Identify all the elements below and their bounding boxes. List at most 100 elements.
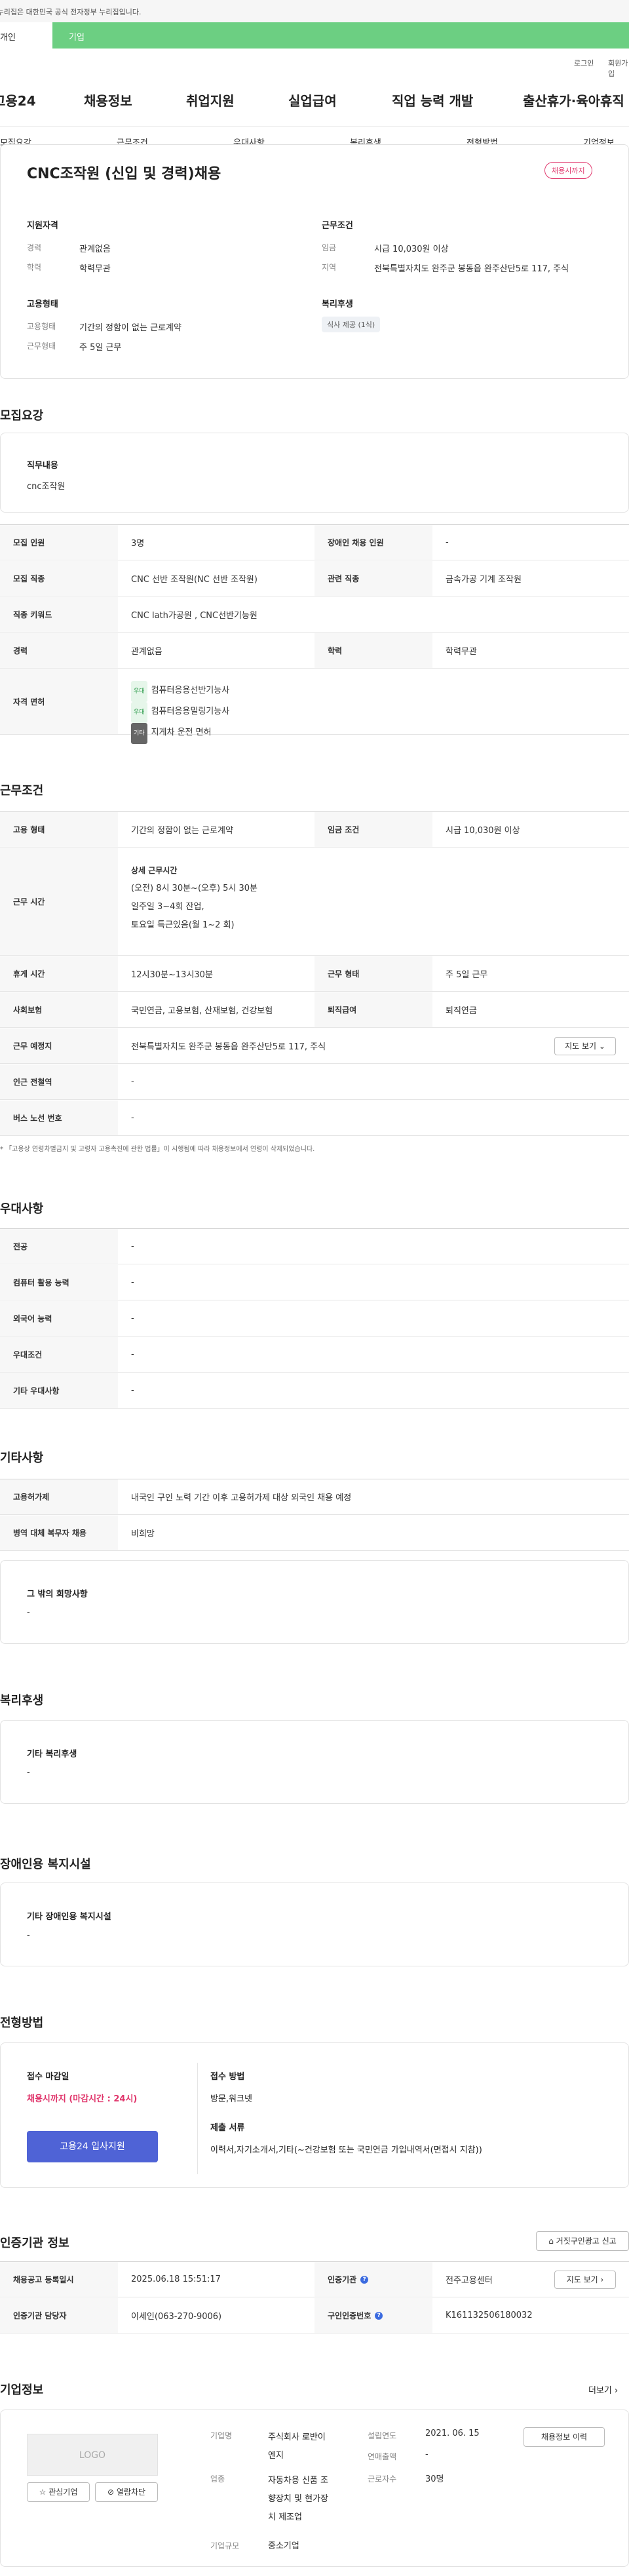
tab-personal[interactable]: 개인 (0, 22, 52, 49)
region-label: 지역 (322, 263, 337, 272)
cert-org-label: 인증기관 (328, 2275, 357, 2284)
block-company-button[interactable]: ⊘ 열람차단 (95, 2482, 158, 2502)
company-emp-label: 근로자수 (368, 2474, 397, 2484)
emptype-value: 기간의 정함이 없는 근로계약 (79, 323, 181, 333)
gnb-item-leave[interactable]: 출산휴가·육아휴직 (523, 90, 624, 109)
row-label: 컴퓨터 활용 능력 (0, 1265, 118, 1300)
pref-heading: 우대사항 (0, 1202, 44, 1216)
cert-map-button[interactable]: 지도 보기 › (554, 2271, 616, 2289)
company-size-value: 중소기업 (268, 2541, 299, 2551)
history-button[interactable]: 채용정보 이력 (524, 2427, 605, 2447)
deadline-value: 채용시까지 (마감시간 : 24시) (27, 2094, 138, 2104)
duty-card: 직무내용 cnc조작원 (0, 433, 629, 513)
join-link[interactable]: 회원가입 (608, 58, 629, 79)
gov-notice-bar: 이 누리집은 대한민국 공식 전자정부 누리집입니다. (0, 0, 629, 22)
license-name: 컴퓨터응용선반기능사 (151, 686, 230, 695)
row-value: 내국인 구인 노력 기간 이후 고용허가제 대상 외국인 채용 예정 (131, 1493, 352, 1503)
map-button-label: 지도 보기 (565, 1042, 597, 1051)
row-label: 채용공고 등록일시 (0, 2262, 118, 2297)
more-label: 더보기 (588, 2386, 612, 2396)
table-row: 외국어 능력 - (0, 1301, 629, 1337)
table-row: 사회보험 국민연금, 고용보험, 산재보험, 건강보험 퇴직급여 퇴직연금 (0, 992, 629, 1028)
company-name-label: 기업명 (210, 2431, 233, 2440)
etc-heading: 기타사항 (0, 1451, 44, 1465)
gnb-item-unemployment[interactable]: 실업급여 (288, 90, 337, 109)
company-emp-value: 30명 (425, 2474, 444, 2484)
wage-value: 시급 10,030원 이상 (374, 244, 449, 254)
table-row: 고용 형태 기간의 정함이 없는 근로계약 임금 조건 시급 10,030원 이… (0, 812, 629, 848)
license-tag: 우대 (131, 702, 147, 723)
company-biz-line: 자동차용 신품 조 (268, 2476, 328, 2486)
report-icon: ⌂ (548, 2236, 554, 2246)
favorite-company-button[interactable]: ☆ 관심기업 (27, 2482, 90, 2502)
welfare-card: 기타 복리후생 - (0, 1720, 629, 1804)
login-link[interactable]: 로그인 (574, 58, 594, 68)
chevron-right-icon: › (600, 2275, 604, 2284)
row-label: 기타 우대사항 (0, 1373, 118, 1408)
table-row: 채용공고 등록일시 2025.06.18 15:51:17 인증기관? 전주고용… (0, 2262, 629, 2297)
row-label: 병역 대체 복무자 채용 (0, 1515, 118, 1550)
license-name: 컴퓨터응용밀링기능사 (151, 707, 230, 716)
cond-heading: 근무조건 (322, 221, 353, 231)
welfare-heading: 복리후생 (322, 300, 353, 309)
table-row: 경력 관계없음 학력 학력무관 (0, 633, 629, 669)
company-est-value: 2021. 06. 15 (425, 2429, 480, 2438)
other-wish-label: 그 밖의 희망사항 (27, 1590, 88, 1599)
row-value: 12시30분~13시30분 (131, 970, 213, 980)
gov-notice-text: 이 누리집은 대한민국 공식 전자정부 누리집입니다. (0, 8, 142, 16)
gnb-item-support[interactable]: 취업지원 (186, 90, 235, 109)
qual-heading: 지원자격 (27, 221, 58, 231)
info-icon[interactable]: ? (360, 2275, 369, 2284)
row-label: 고용허가제 (0, 1479, 118, 1514)
table-row: 컴퓨터 활용 능력 - (0, 1265, 629, 1300)
company-heading: 기업정보 (0, 2383, 44, 2397)
welfare-value: - (27, 1768, 30, 1778)
table-row: 고용허가제 내국인 구인 노력 기간 이후 고용허가제 대상 외국인 채용 예정 (0, 1479, 629, 1515)
license-list: 우대 컴퓨터응용선반기능사 우대 컴퓨터응용밀링기능사 기타 지게차 운전 면허 (131, 681, 229, 744)
table-row: 근무 예정지 전북특별자치도 완주군 봉동읍 완주산단5로 117, 주식 지도… (0, 1028, 629, 1064)
table-row: 모집 인원 3명 장애인 채용 인원 - (0, 525, 629, 560)
hours-line: (오전) 8시 30분~(오후) 5시 30분 (131, 884, 258, 893)
deadline-label: 접수 마감일 (27, 2072, 69, 2082)
company-biz-line: 치 제조업 (268, 2512, 302, 2522)
report-button-label: 거짓구인광고 신고 (556, 2236, 617, 2246)
row-value: - (131, 1386, 134, 1395)
workform-label: 근무형태 (27, 342, 56, 351)
recruit-heading: 모집요강 (0, 409, 44, 423)
company-biz-label: 업종 (210, 2474, 225, 2484)
gnb-item-training[interactable]: 직업 능력 개발 (392, 90, 473, 109)
company-logo: LOGO (27, 2434, 158, 2476)
license-item: 우대 컴퓨터응용선반기능사 (131, 681, 229, 702)
row-value: - (131, 1278, 134, 1287)
row-label: 경력 (0, 633, 118, 668)
gnb-item-jobs[interactable]: 채용정보 (84, 90, 132, 109)
apply-button[interactable]: 고용24 입사지원 (27, 2131, 158, 2162)
row-label: 근무 시간 (0, 848, 118, 955)
map-button[interactable]: 지도 보기 ⌄ (554, 1037, 616, 1055)
duty-value: cnc조작원 (27, 482, 66, 492)
row-value: - (131, 1314, 134, 1323)
row-value: K161132506180032 (446, 2311, 533, 2320)
report-button[interactable]: ⌂ 거짓구인광고 신고 (536, 2231, 629, 2251)
hours-line: 토요일 특근있음(월 1~2 회) (131, 920, 235, 930)
divider (197, 2063, 198, 2174)
hours-line: 일주일 3~4회 잔업, (131, 902, 204, 912)
row-value: CNC 선반 조작원(NC 선반 조작원) (131, 575, 257, 585)
company-more-link[interactable]: 더보기 › (588, 2383, 618, 2396)
table-row: 모집 직종 CNC 선반 조작원(NC 선반 조작원) 관련 직종 금속가공 기… (0, 561, 629, 596)
cert-id-label: 구인인증번호 (328, 2311, 372, 2320)
row-value: - (446, 537, 449, 547)
site-logo[interactable]: 고용24 (0, 90, 36, 109)
duty-label: 직무내용 (27, 461, 58, 471)
info-icon[interactable]: ? (375, 2311, 383, 2320)
row-value: 비희망 (131, 1529, 155, 1539)
row-label: 근무 예정지 (0, 1028, 118, 1063)
docs-label: 제출 서류 (210, 2123, 245, 2133)
license-tag: 우대 (131, 681, 147, 702)
welfare-heading: 복리후생 (0, 1694, 44, 1708)
tab-company[interactable]: 기업 (69, 30, 85, 43)
company-card: LOGO ☆ 관심기업 ⊘ 열람차단 기업명 주식회사 로반이 엔지 업종 자동… (0, 2410, 629, 2567)
row-value: 국민연금, 고용보험, 산재보험, 건강보험 (131, 1006, 273, 1016)
row-value: - (131, 1241, 134, 1251)
row-label: 자격 면허 (0, 669, 118, 734)
